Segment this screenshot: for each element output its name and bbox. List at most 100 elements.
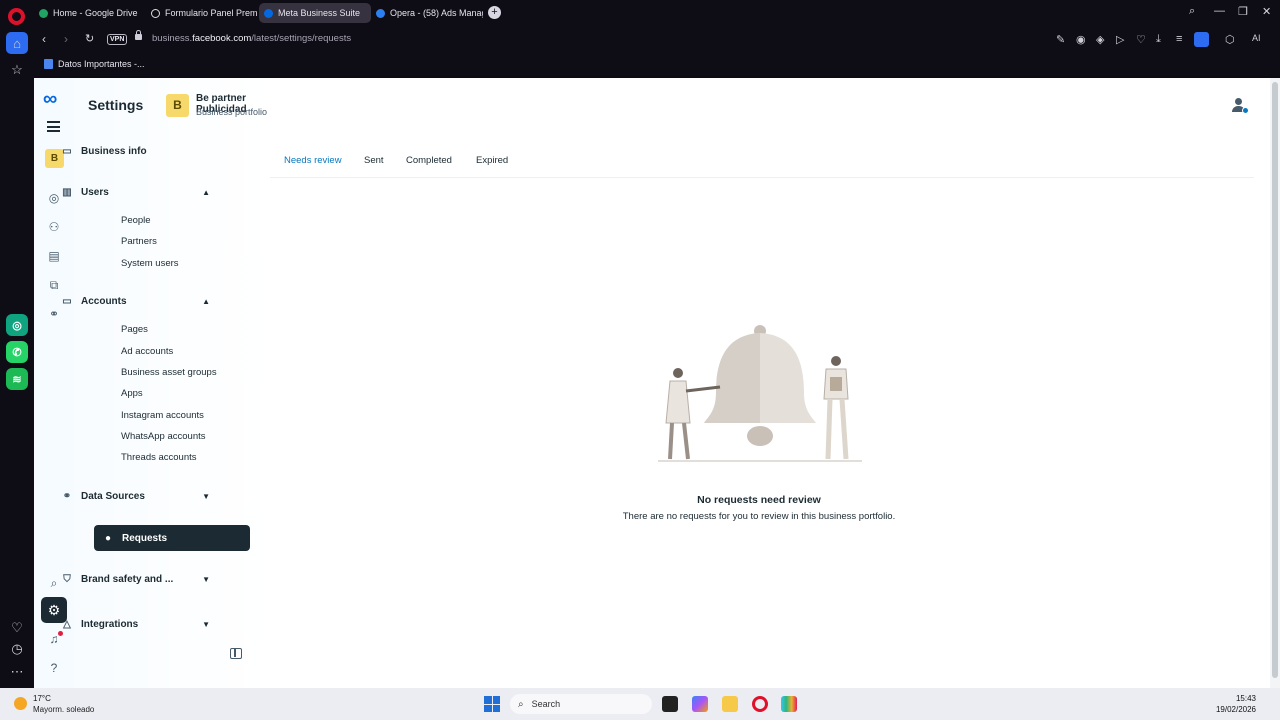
forward-icon[interactable]: › bbox=[64, 32, 68, 46]
person-left-arm bbox=[685, 385, 721, 393]
copilot-icon[interactable] bbox=[692, 696, 708, 712]
address-bar: ‹ › ↻ VPN business.facebook.com/latest/s… bbox=[34, 26, 1280, 54]
close-icon[interactable]: ✕ bbox=[1262, 5, 1271, 18]
weather-description[interactable]: Mayorm. soleado bbox=[33, 705, 94, 714]
clock-time[interactable]: 15:43 bbox=[1236, 694, 1256, 703]
taskbar-app-icon[interactable] bbox=[662, 696, 678, 712]
history-icon[interactable]: ◷ bbox=[6, 638, 28, 660]
nav-accounts[interactable]: ▭ Accounts ▲ bbox=[60, 290, 210, 312]
search-tabs-icon[interactable]: ⌕ bbox=[1189, 5, 1195, 18]
bell-shade bbox=[704, 333, 760, 423]
chatgpt-icon[interactable]: ◎ bbox=[6, 314, 28, 336]
meta-logo-icon[interactable]: ∞ bbox=[43, 88, 57, 111]
chevron-up-icon[interactable]: ▲ bbox=[202, 297, 210, 306]
chevron-up-icon[interactable]: ▲ bbox=[202, 188, 210, 197]
file-explorer-icon[interactable] bbox=[722, 696, 738, 712]
spotify-icon[interactable]: ≋ bbox=[6, 368, 28, 390]
back-icon[interactable]: ‹ bbox=[42, 32, 46, 46]
person-left-head bbox=[673, 368, 683, 378]
nav-brand-safety[interactable]: ⛉ Brand safety and ... ▼ bbox=[60, 568, 210, 590]
reload-icon[interactable]: ↻ bbox=[85, 32, 94, 45]
nav-business-info[interactable]: ▭ Business info bbox=[60, 140, 210, 162]
camera-icon[interactable]: ◉ bbox=[1076, 33, 1086, 46]
restore-icon[interactable]: ❐ bbox=[1238, 5, 1248, 18]
nav-ad-accounts[interactable]: Ad accounts bbox=[121, 346, 173, 357]
tab-ads-manager[interactable]: Opera - (58) Ads Manager bbox=[371, 3, 483, 23]
nav-people[interactable]: People bbox=[121, 215, 151, 226]
profile-icon[interactable] bbox=[1194, 32, 1209, 47]
play-icon[interactable]: ▷ bbox=[1116, 33, 1124, 46]
nav-users[interactable]: ▥ Users ▲ bbox=[60, 181, 210, 203]
tab-google-drive[interactable]: Home - Google Drive bbox=[34, 3, 146, 23]
chevron-down-icon[interactable]: ▼ bbox=[202, 492, 210, 501]
new-tab-button[interactable]: + bbox=[488, 6, 501, 19]
content-icon[interactable]: ▤ bbox=[45, 247, 63, 265]
ads-manager-icon bbox=[376, 8, 385, 18]
favorites-icon[interactable]: ♡ bbox=[1136, 33, 1146, 46]
tab-formulario[interactable]: Formulario Panel Premium bbox=[146, 3, 258, 23]
chevron-down-icon[interactable]: ▼ bbox=[202, 575, 210, 584]
ai-label: AI bbox=[1252, 33, 1261, 43]
help-icon[interactable]: ? bbox=[45, 659, 63, 677]
drive-icon bbox=[39, 8, 48, 18]
menu-icon[interactable]: ≡ bbox=[1176, 33, 1182, 45]
vpn-badge[interactable]: VPN bbox=[107, 34, 128, 45]
nav-label: Accounts bbox=[81, 295, 127, 307]
nav-business-asset-groups[interactable]: Business asset groups bbox=[121, 367, 217, 378]
nav-whatsapp-accounts[interactable]: WhatsApp accounts bbox=[121, 431, 206, 442]
page-scrollbar[interactable] bbox=[1270, 78, 1280, 688]
nav-threads-accounts[interactable]: Threads accounts bbox=[121, 452, 197, 463]
tab-expired[interactable]: Expired bbox=[476, 155, 508, 166]
windows-start-icon[interactable] bbox=[484, 696, 500, 712]
star-icon[interactable]: ☆ bbox=[6, 59, 28, 81]
tab-needs-review[interactable]: Needs review bbox=[284, 155, 342, 166]
download-icon[interactable]: ⤓ bbox=[1156, 33, 1161, 46]
tab-meta-business-suite[interactable]: Meta Business Suite bbox=[259, 3, 371, 23]
url-field[interactable]: business.facebook.com/latest/settings/re… bbox=[152, 33, 351, 44]
nav-partners[interactable]: Partners bbox=[121, 236, 157, 247]
cube-icon[interactable]: ⬡ bbox=[1225, 33, 1235, 46]
page-title: Settings bbox=[88, 97, 144, 113]
opera-taskbar-icon[interactable] bbox=[752, 696, 768, 712]
taskbar-search[interactable]: ⌕ Search bbox=[510, 694, 652, 714]
ai-button[interactable]: AI bbox=[1252, 33, 1261, 43]
hamburger-menu-icon[interactable] bbox=[47, 121, 60, 132]
heart-icon[interactable]: ♡ bbox=[6, 617, 28, 639]
people-icon[interactable]: ⚇ bbox=[45, 218, 63, 236]
collapse-sidebar-icon[interactable] bbox=[230, 648, 242, 659]
edit-icon[interactable]: ✎ bbox=[1056, 33, 1065, 46]
clock-date[interactable]: 19/02/2026 bbox=[1216, 705, 1256, 714]
slack-icon[interactable] bbox=[781, 696, 797, 712]
left-rail: ∞ B ◎ ⚇ ▤ ⧉ ⚭ ⌕ ⚙ ♫ ? bbox=[34, 78, 74, 688]
nav-label: Brand safety and ... bbox=[81, 573, 174, 585]
archive-icon: ▭ bbox=[62, 295, 72, 307]
nav-apps[interactable]: Apps bbox=[121, 388, 143, 399]
meta-business-settings-page: ∞ B ◎ ⚇ ▤ ⧉ ⚭ ⌕ ⚙ ♫ ? Settings B Be part… bbox=[34, 78, 1280, 688]
business-portfolio-avatar[interactable]: B bbox=[166, 94, 189, 117]
chevron-down-icon[interactable]: ▼ bbox=[202, 620, 210, 629]
bookmark-datos-importantes[interactable]: Datos Importantes -... bbox=[44, 59, 145, 69]
weather-sun-icon[interactable] bbox=[14, 697, 27, 710]
tab-completed[interactable]: Completed bbox=[406, 155, 452, 166]
nav-requests[interactable]: ● Requests bbox=[94, 525, 250, 551]
bookmark-label: Datos Importantes -... bbox=[58, 59, 145, 69]
business-portfolio-subtitle: Business portfolio bbox=[196, 107, 268, 117]
home-icon[interactable]: ⌂ bbox=[6, 32, 28, 54]
nav-instagram-accounts[interactable]: Instagram accounts bbox=[121, 410, 204, 421]
account-menu-button[interactable] bbox=[1230, 96, 1249, 114]
lock-icon[interactable] bbox=[135, 30, 142, 40]
more-icon[interactable]: ⋯ bbox=[6, 661, 28, 683]
extension-icon[interactable]: ◈ bbox=[1096, 33, 1104, 46]
tab-sent[interactable]: Sent bbox=[364, 155, 384, 166]
nav-pages[interactable]: Pages bbox=[121, 324, 148, 335]
opera-logo-icon[interactable] bbox=[8, 8, 25, 25]
url-domain: facebook.com bbox=[192, 33, 252, 44]
minimize-icon[interactable]: — bbox=[1214, 5, 1225, 17]
weather-temperature[interactable]: 17°C bbox=[33, 694, 51, 703]
empty-state-description: There are no requests for you to review … bbox=[622, 511, 896, 522]
scrollbar-thumb[interactable] bbox=[1272, 82, 1278, 678]
whatsapp-icon[interactable]: ✆ bbox=[6, 341, 28, 363]
nav-system-users[interactable]: System users bbox=[121, 258, 179, 269]
nav-integrations[interactable]: △ Integrations ▼ bbox=[60, 613, 210, 635]
nav-data-sources[interactable]: ⚭ Data Sources ▼ bbox=[60, 485, 210, 507]
